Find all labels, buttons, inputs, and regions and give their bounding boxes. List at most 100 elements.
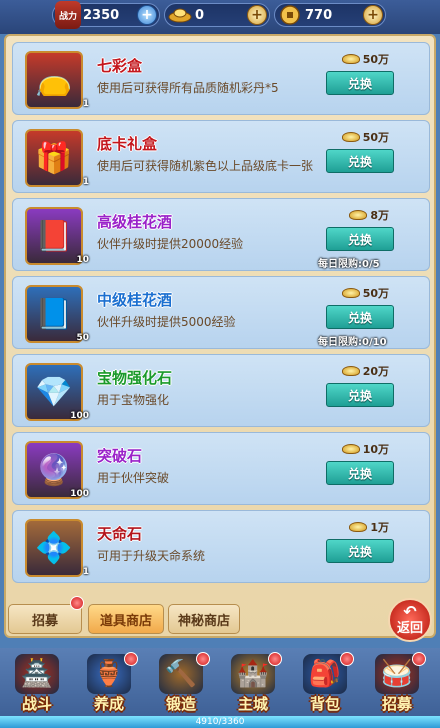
item-price-value: 20万 (362, 365, 389, 378)
add-coin-button[interactable]: + (363, 5, 383, 25)
nav-item[interactable]: 🏺 养成 (78, 652, 140, 714)
item-price: 20万 (341, 363, 389, 379)
nav-notification-dot (196, 652, 210, 666)
gold-ingot-icon (349, 522, 368, 532)
exchange-button-label: 兑换 (347, 232, 372, 247)
exchange-button[interactable]: 兑换 (326, 227, 394, 251)
item-price-value: 10万 (362, 443, 389, 456)
ingot-value: 0 (195, 7, 205, 23)
nav-item[interactable]: 🔨 锻造 (150, 652, 212, 714)
purple-book-icon[interactable]: 📕 10 (25, 207, 89, 265)
item-price: 10万 (341, 441, 389, 457)
item-description: 使用后可获得所有品质随机彩丹*5 (97, 81, 279, 95)
item-art: 🎁 (35, 140, 73, 176)
nav-item[interactable]: 🏯 战斗 (6, 652, 68, 714)
nav-item-label: 招募 (381, 695, 412, 713)
item-description: 伙伴升级时提供5000经验 (97, 315, 236, 329)
tab-recruit[interactable]: 招募 (8, 604, 82, 634)
nav-item[interactable]: 🎒 背包 (294, 652, 356, 714)
shop-item-card: 👝 1 七彩盒 使用后可获得所有品质随机彩丹*5 50万 兑换 (12, 42, 430, 115)
resource-bar: 战力 2350 + 0 + 770 + (0, 0, 440, 34)
gift-bag-icon[interactable]: 👝 1 (25, 51, 89, 109)
nav-notification-dot (268, 652, 282, 666)
exchange-button-label: 兑换 (347, 466, 372, 481)
nav-item[interactable]: 🏰 主城 (222, 652, 284, 714)
item-shop-panel: 👝 1 七彩盒 使用后可获得所有品质随机彩丹*5 50万 兑换 🎁 1 底卡礼盒… (4, 34, 436, 638)
back-arrow-icon: ↶ (403, 602, 417, 621)
item-price-value: 50万 (362, 287, 389, 300)
add-ingot-button[interactable]: + (247, 5, 267, 25)
tab-item-shop[interactable]: 道具商店 (88, 604, 164, 634)
item-description: 用于宝物强化 (97, 393, 170, 407)
gold-ingot-icon (341, 132, 360, 142)
item-price: 50万 (341, 129, 389, 145)
amber-gem-icon[interactable]: 💎 100 (25, 363, 89, 421)
crystal-stone-icon[interactable]: 💠 1 (25, 519, 89, 577)
combat-power-icon: 战力 (55, 1, 81, 29)
item-name: 高级桂花酒 (97, 213, 173, 231)
nav-notification-dot (340, 652, 354, 666)
ingot-display: 0 + (164, 3, 270, 27)
item-description: 可用于升级天命系统 (97, 549, 206, 563)
back-button[interactable]: ↶ 返回 (388, 598, 432, 642)
item-name: 宝物强化石 (97, 369, 173, 387)
nav-item-label: 锻造 (165, 695, 196, 713)
blue-book-icon[interactable]: 📘 50 (25, 285, 89, 343)
coin-display: 770 + (274, 3, 386, 27)
nav-item-label: 主城 (237, 695, 268, 713)
shop-item-card: 💎 100 宝物强化石 用于宝物强化 20万 兑换 (12, 354, 430, 427)
exchange-button[interactable]: 兑换 (326, 461, 394, 485)
tab-recruit-notification-dot (70, 596, 84, 610)
item-art: 📘 (35, 296, 73, 332)
exchange-button[interactable]: 兑换 (326, 149, 394, 173)
nav-item[interactable]: 🥁 招募 (366, 652, 428, 714)
item-name: 中级桂花酒 (97, 291, 173, 309)
shop-item-card: 💠 1 天命石 可用于升级天命系统 1万 兑换 (12, 510, 430, 583)
purple-gem-icon[interactable]: 🔮 100 (25, 441, 89, 499)
nav-item-label: 背包 (309, 695, 340, 713)
daily-limit: 每日限购:0/10 (318, 337, 387, 348)
exchange-button-label: 兑换 (347, 388, 372, 403)
shop-item-card: 🎁 1 底卡礼盒 使用后可获得随机紫色以上品级底卡一张 50万 兑换 (12, 120, 430, 193)
item-price-value: 8万 (370, 209, 389, 222)
item-count: 100 (70, 411, 89, 421)
exchange-button[interactable]: 兑换 (326, 383, 394, 407)
exchange-button-label: 兑换 (347, 76, 372, 91)
tab-mystery-shop[interactable]: 神秘商店 (168, 604, 240, 634)
item-price: 50万 (341, 285, 389, 301)
item-description: 伙伴升级时提供20000经验 (97, 237, 244, 251)
daily-limit: 每日限购:0/5 (318, 259, 380, 270)
nav-item-label: 养成 (93, 695, 124, 713)
item-price: 1万 (349, 519, 389, 535)
item-description: 使用后可获得随机紫色以上品级底卡一张 (97, 159, 314, 173)
gold-ingot-icon (341, 444, 360, 454)
combat-power-display: 战力 2350 + (52, 1, 160, 29)
item-count: 1 (82, 177, 89, 187)
nav-item-icon: 🏯 (15, 654, 59, 694)
item-price-value: 1万 (370, 521, 389, 534)
item-count: 1 (82, 567, 89, 577)
gold-ingot-icon (341, 54, 360, 64)
gold-ingot-icon (341, 288, 360, 298)
item-price-value: 50万 (362, 131, 389, 144)
experience-bar: 4910/3360 (0, 716, 440, 728)
gold-ingot-icon (349, 210, 368, 220)
exchange-button[interactable]: 兑换 (326, 539, 394, 563)
shop-item-card: 📘 50 中级桂花酒 伙伴升级时提供5000经验 50万 兑换 每日限购:0/1… (12, 276, 430, 349)
item-price-value: 50万 (362, 53, 389, 66)
item-art: 📕 (35, 218, 73, 254)
experience-text: 4910/3360 (195, 717, 245, 727)
item-price: 8万 (349, 207, 389, 223)
item-art: 👝 (35, 62, 73, 98)
item-art: 🔮 (35, 452, 73, 488)
item-art: 💠 (35, 530, 73, 566)
nav-item-label: 战斗 (21, 695, 52, 713)
exchange-button-label: 兑换 (347, 310, 372, 325)
exchange-button[interactable]: 兑换 (326, 71, 394, 95)
copper-coin-icon (277, 1, 303, 29)
exchange-button[interactable]: 兑换 (326, 305, 394, 329)
item-count: 50 (76, 333, 89, 343)
gift-pouch-icon[interactable]: 🎁 1 (25, 129, 89, 187)
add-power-button[interactable]: + (137, 5, 157, 25)
item-count: 100 (70, 489, 89, 499)
